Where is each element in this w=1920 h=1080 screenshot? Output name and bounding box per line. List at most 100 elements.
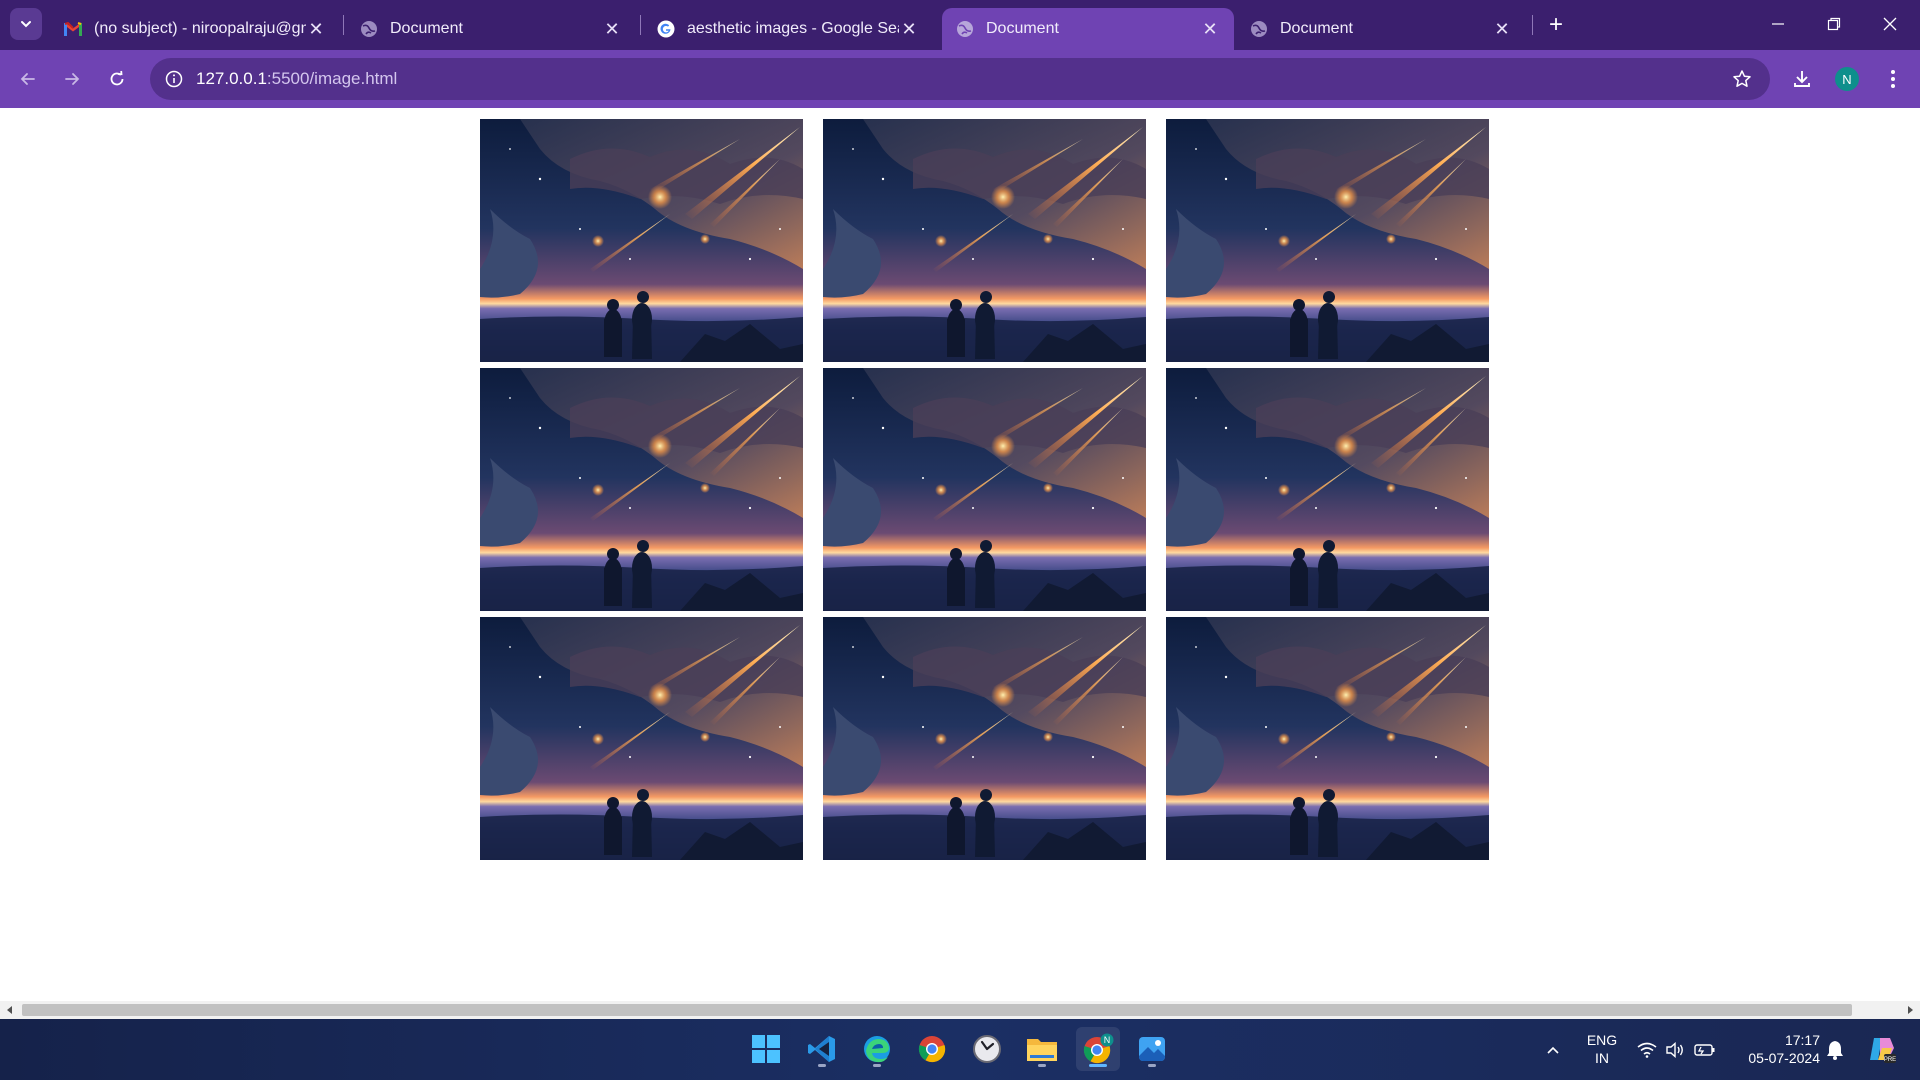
taskbar-file-explorer[interactable]	[1020, 1027, 1064, 1071]
windows-taskbar: N ENG IN 17:17 05-07-2024 PRE	[0, 1019, 1920, 1080]
tab-strip: (no subject) - niroopalraju@gm ✕ Documen…	[0, 0, 1920, 50]
gallery-image	[1166, 368, 1489, 611]
reload-button[interactable]	[101, 63, 133, 95]
wifi-icon[interactable]	[1636, 1039, 1658, 1061]
svg-text:PRE: PRE	[1884, 1057, 1896, 1063]
vscode-icon	[808, 1036, 835, 1062]
profile-badge: N	[1104, 1035, 1111, 1045]
chevron-down-icon	[21, 21, 31, 28]
gmail-icon	[64, 20, 82, 38]
menu-button[interactable]	[1877, 63, 1909, 95]
scroll-left-icon[interactable]	[4, 1004, 16, 1016]
url-path: :5500/image.html	[266, 69, 398, 88]
close-icon[interactable]: ✕	[1200, 19, 1220, 39]
tab-document-active[interactable]: Document ✕	[942, 8, 1234, 50]
photos-icon	[1139, 1037, 1165, 1061]
start-button[interactable]	[744, 1027, 788, 1071]
taskbar-photos[interactable]	[1130, 1027, 1174, 1071]
clock-date: 05-07-2024	[1748, 1050, 1820, 1066]
tab-title: Document	[986, 20, 1059, 37]
image-grid	[480, 119, 1489, 860]
tab-gmail[interactable]: (no subject) - niroopalraju@gm ✕	[50, 8, 340, 50]
minimize-button[interactable]	[1758, 8, 1798, 40]
gallery-image	[823, 119, 1146, 362]
battery-icon[interactable]	[1694, 1039, 1716, 1061]
running-indicator	[1038, 1064, 1046, 1067]
taskbar-chrome[interactable]	[910, 1027, 954, 1071]
tab-title: (no subject) - niroopalraju@gm	[94, 20, 306, 37]
file-explorer-icon	[1027, 1039, 1057, 1061]
tab-separator	[343, 15, 344, 35]
volume-icon[interactable]	[1664, 1039, 1686, 1061]
close-icon[interactable]: ✕	[602, 19, 622, 39]
show-hidden-icons[interactable]	[1542, 1039, 1564, 1061]
tab-title: aesthetic images - Google Sear	[687, 20, 899, 37]
tab-google-search[interactable]: aesthetic images - Google Sear ✕	[643, 8, 933, 50]
browser-toolbar: 127.0.0.1:5500/image.html N	[0, 50, 1920, 108]
page-viewport	[0, 108, 1920, 1001]
back-button[interactable]	[12, 63, 44, 95]
scrollbar-thumb[interactable]	[22, 1004, 1852, 1016]
gallery-image	[823, 617, 1146, 860]
arrow-right-icon	[65, 73, 80, 85]
gallery-image	[480, 119, 803, 362]
language-code: ENG	[1586, 1032, 1618, 1048]
close-window-button[interactable]	[1870, 8, 1910, 40]
tab-document-2[interactable]: Document ✕	[1236, 8, 1526, 50]
copilot-icon[interactable]: PRE	[1866, 1034, 1896, 1064]
notification-bell-icon[interactable]	[1824, 1039, 1846, 1061]
restore-button[interactable]	[1814, 8, 1854, 40]
taskbar-edge[interactable]	[855, 1027, 899, 1071]
gallery-image	[480, 368, 803, 611]
taskbar-chrome-profile[interactable]: N	[1076, 1027, 1120, 1071]
clock-time: 17:17	[1784, 1032, 1820, 1048]
tab-separator	[1532, 15, 1533, 35]
horizontal-scrollbar[interactable]	[0, 1001, 1920, 1019]
close-icon[interactable]: ✕	[899, 19, 919, 39]
close-icon[interactable]: ✕	[306, 19, 326, 39]
running-indicator	[1148, 1064, 1156, 1067]
running-indicator	[818, 1064, 826, 1067]
chrome-icon	[918, 1036, 946, 1063]
windows-start-icon	[752, 1035, 780, 1063]
minimize-icon	[1772, 23, 1784, 25]
gallery-image	[1166, 617, 1489, 860]
taskbar-clock[interactable]	[965, 1027, 1009, 1071]
restore-icon	[1827, 17, 1841, 31]
scroll-right-icon[interactable]	[1904, 1004, 1916, 1016]
language-region: IN	[1595, 1050, 1609, 1066]
google-icon	[657, 20, 675, 38]
tab-title: Document	[1280, 20, 1353, 37]
system-clock[interactable]: 17:17 05-07-2024	[1730, 1031, 1820, 1067]
tab-document-1[interactable]: Document ✕	[346, 8, 636, 50]
downloads-button[interactable]	[1786, 63, 1818, 95]
profile-button[interactable]: N	[1831, 63, 1863, 95]
close-icon	[1883, 17, 1897, 31]
taskbar-vscode[interactable]	[800, 1027, 844, 1071]
more-vertical-icon	[1891, 70, 1895, 88]
globe-icon	[956, 20, 974, 38]
chrome-profile-icon: N	[1083, 1033, 1114, 1064]
forward-button[interactable]	[56, 63, 88, 95]
bookmark-star-icon[interactable]	[1730, 67, 1754, 91]
gallery-image	[1166, 119, 1489, 362]
new-tab-button[interactable]: +	[1542, 11, 1570, 39]
arrow-left-icon	[20, 73, 35, 85]
address-bar[interactable]: 127.0.0.1:5500/image.html	[150, 58, 1770, 100]
avatar: N	[1835, 67, 1859, 91]
tab-title: Document	[390, 20, 463, 37]
close-icon[interactable]: ✕	[1492, 19, 1512, 39]
running-indicator	[873, 1064, 881, 1067]
url-host: 127.0.0.1	[196, 69, 267, 88]
gallery-image	[480, 617, 803, 860]
edge-icon	[864, 1036, 890, 1063]
clock-app-icon	[973, 1035, 1001, 1063]
gallery-image	[823, 368, 1146, 611]
tab-search-button[interactable]	[10, 8, 42, 40]
download-icon	[1794, 71, 1810, 87]
site-info-icon[interactable]	[162, 67, 186, 91]
language-indicator[interactable]: ENG IN	[1582, 1031, 1622, 1067]
running-indicator	[1089, 1064, 1107, 1067]
reload-icon	[110, 70, 124, 86]
url-text: 127.0.0.1:5500/image.html	[196, 69, 397, 89]
